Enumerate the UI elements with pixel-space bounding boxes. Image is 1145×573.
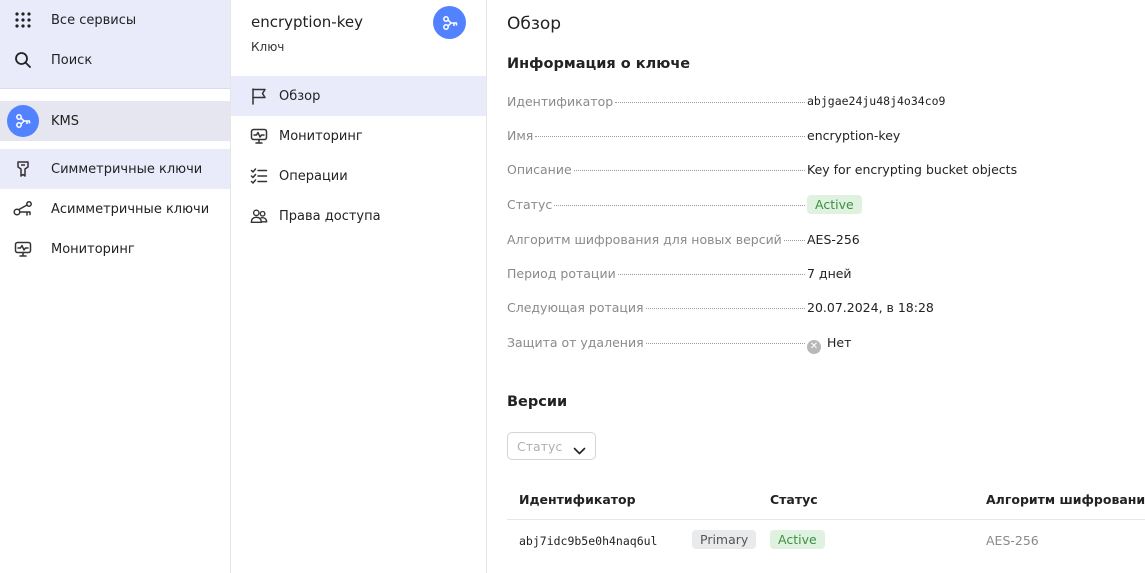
tab-operations-label: Операции <box>279 168 348 184</box>
sidebar-item-symmetric-keys[interactable]: Симметричные ключи <box>0 149 230 189</box>
prop-value-algorithm: AES-256 <box>807 232 860 247</box>
kms-service-icon <box>7 105 39 137</box>
global-sidebar: Все сервисы Поиск KMS Симметричные ключи… <box>0 0 231 573</box>
sidebar-item-label: Симметричные ключи <box>51 161 203 177</box>
sidebar-item-label: Асимметричные ключи <box>51 201 210 217</box>
status-filter-placeholder: Статус <box>517 439 563 454</box>
prop-name: Имя encryption-key <box>507 126 1127 146</box>
tab-overview[interactable]: Обзор <box>231 76 486 116</box>
prop-next-rotation: Следующая ротация 20.07.2024, в 18:28 <box>507 298 1127 318</box>
tab-access-rights-label: Права доступа <box>279 208 381 224</box>
chevron-down-icon <box>573 441 586 460</box>
search-icon <box>11 48 35 72</box>
prop-label: Защита от удаления <box>507 335 644 350</box>
version-id: abj7idc9b5e0h4naq6ul <box>519 534 658 548</box>
versions-table-header: Идентификатор Статус Алгоритм шифрования <box>507 480 1145 520</box>
search-button[interactable]: Поиск <box>0 40 230 80</box>
prop-value-deletion-protection: Нет <box>827 335 852 350</box>
search-label: Поиск <box>51 52 93 68</box>
users-icon <box>250 207 268 225</box>
resource-title: encryption-key <box>251 13 363 31</box>
prop-status: Статус Active <box>507 195 1127 215</box>
prop-label: Идентификатор <box>507 94 614 109</box>
service-kms-label: KMS <box>51 113 79 129</box>
main-content: Обзор Информация о ключе Идентификатор a… <box>487 0 1145 573</box>
column-header-algorithm[interactable]: Алгоритм шифрования <box>986 492 1145 507</box>
key-info-heading: Информация о ключе <box>507 56 691 72</box>
close-circle-icon: ✕ <box>807 339 821 354</box>
sidebar-item-asymmetric-keys[interactable]: Асимметричные ключи <box>0 189 230 229</box>
all-services-button[interactable]: Все сервисы <box>0 0 230 40</box>
prop-value-name: encryption-key <box>807 128 901 143</box>
prop-value-description: Key for encrypting bucket objects <box>807 162 1018 177</box>
global-sidebar-top: Все сервисы Поиск <box>0 0 230 89</box>
monitor-icon <box>250 127 268 145</box>
sidebar-item-monitoring[interactable]: Мониторинг <box>0 229 230 269</box>
kms-resource-icon <box>433 6 466 39</box>
all-services-label: Все сервисы <box>51 12 137 28</box>
prop-label: Следующая ротация <box>507 300 644 315</box>
status-badge: Active <box>770 530 825 549</box>
tab-monitoring[interactable]: Мониторинг <box>231 116 486 156</box>
sidebar-item-label: Мониторинг <box>51 241 135 257</box>
column-header-status[interactable]: Статус <box>770 492 818 507</box>
prop-deletion-protection: Защита от удаления ✕ Нет <box>507 333 1127 354</box>
status-badge: Active <box>807 195 862 214</box>
operations-list-icon <box>250 167 268 185</box>
prop-algorithm: Алгоритм шифрования для новых версий AES… <box>507 230 1127 250</box>
prop-label: Описание <box>507 162 572 177</box>
prop-label: Имя <box>507 128 534 143</box>
monitor-icon <box>11 237 35 261</box>
tab-monitoring-label: Мониторинг <box>279 128 363 144</box>
prop-rotation-period: Период ротации 7 дней <box>507 264 1127 284</box>
resource-menu: encryption-key Ключ Обзор Мониторинг Опе… <box>231 0 487 573</box>
prop-description: Описание Key for encrypting bucket objec… <box>507 160 1127 180</box>
tab-operations[interactable]: Операции <box>231 156 486 196</box>
key-icon <box>11 157 35 181</box>
asymmetric-key-icon <box>11 197 35 221</box>
column-header-id[interactable]: Идентификатор <box>519 492 636 507</box>
flag-icon <box>250 87 268 105</box>
primary-badge: Primary <box>692 530 757 549</box>
status-filter-select[interactable]: Статус <box>507 432 596 460</box>
prop-label: Алгоритм шифрования для новых версий <box>507 232 782 247</box>
tab-overview-label: Обзор <box>279 88 321 104</box>
table-row[interactable]: abj7idc9b5e0h4naq6ul Primary Active AES-… <box>507 520 1145 562</box>
versions-heading: Версии <box>507 394 568 410</box>
prop-value-next-rotation: 20.07.2024, в 18:28 <box>807 300 934 315</box>
resource-type: Ключ <box>251 40 285 54</box>
version-algorithm: AES-256 <box>986 533 1039 548</box>
prop-id: Идентификатор abjgae24ju48j4o34co9 <box>507 92 1127 112</box>
prop-value-id[interactable]: abjgae24ju48j4o34co9 <box>807 94 945 108</box>
page-title: Обзор <box>507 14 562 34</box>
tab-access-rights[interactable]: Права доступа <box>231 196 486 236</box>
grid-icon <box>11 8 35 32</box>
service-kms[interactable]: KMS <box>0 101 230 141</box>
prop-label: Период ротации <box>507 266 616 281</box>
prop-label: Статус <box>507 197 553 212</box>
prop-value-rotation-period: 7 дней <box>807 266 852 281</box>
